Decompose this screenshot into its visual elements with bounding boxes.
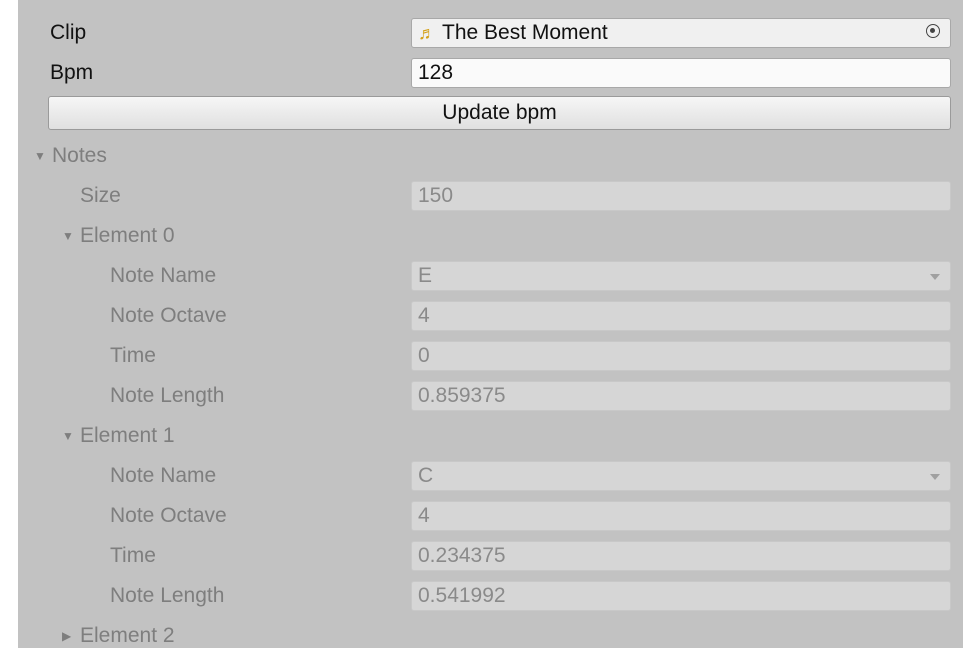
element-0-foldout[interactable]: ▼ Element 0 (18, 216, 963, 256)
size-label: Size (80, 184, 121, 207)
element-1-note-octave-row: Note Octave 4 (18, 496, 963, 536)
expand-arrow-icon[interactable]: ▼ (62, 416, 80, 456)
expand-arrow-icon[interactable]: ▼ (34, 136, 52, 176)
element-1-time-row: Time 0.234375 (18, 536, 963, 576)
note-octave-field: 4 (411, 301, 951, 331)
note-octave-label: Note Octave (110, 304, 227, 327)
element-2-foldout[interactable]: ▶ Element 2 (18, 616, 963, 648)
element-2-label: Element 2 (80, 624, 175, 647)
clip-label: Clip (50, 21, 87, 44)
bpm-row: Bpm 128 (18, 53, 963, 93)
element-1-foldout[interactable]: ▼ Element 1 (18, 416, 963, 456)
music-note-icon: ♬ (418, 23, 436, 43)
dropdown-arrow-icon (930, 274, 940, 280)
clip-object-field[interactable]: ♬ The Best Moment (411, 18, 951, 48)
dropdown-arrow-icon (930, 474, 940, 480)
size-field: 150 (411, 181, 951, 211)
time-label: Time (110, 344, 156, 367)
note-name-dropdown: E (411, 261, 951, 291)
element-1-note-length-row: Note Length 0.541992 (18, 576, 963, 616)
inspector-panel: Clip ♬ The Best Moment Bpm 128 Update bpm… (18, 0, 963, 648)
element-1-label: Element 1 (80, 424, 175, 447)
clip-row: Clip ♬ The Best Moment (18, 13, 963, 53)
bpm-label: Bpm (50, 61, 94, 84)
note-name-value: C (418, 464, 434, 487)
element-0-note-name-row: Note Name E (18, 256, 963, 296)
element-1-note-name-row: Note Name C (18, 456, 963, 496)
note-length-label: Note Length (110, 384, 225, 407)
element-0-note-length-row: Note Length 0.859375 (18, 376, 963, 416)
element-0-time-row: Time 0 (18, 336, 963, 376)
note-name-label: Note Name (110, 264, 217, 287)
clip-value: The Best Moment (442, 21, 608, 44)
time-label: Time (110, 544, 156, 567)
element-0-label: Element 0 (80, 224, 175, 247)
notes-foldout[interactable]: ▼ Notes (18, 136, 963, 176)
size-row: Size 150 (18, 176, 963, 216)
update-bpm-row: Update bpm (18, 94, 963, 134)
update-bpm-button[interactable]: Update bpm (48, 96, 951, 130)
time-field: 0 (411, 341, 951, 371)
note-name-label: Note Name (110, 464, 217, 487)
expand-arrow-icon[interactable]: ▼ (62, 216, 80, 256)
note-octave-field: 4 (411, 501, 951, 531)
note-name-value: E (418, 264, 433, 287)
note-length-field: 0.541992 (411, 581, 951, 611)
collapsed-arrow-icon[interactable]: ▶ (62, 616, 80, 648)
element-0-note-octave-row: Note Octave 4 (18, 296, 963, 336)
notes-label: Notes (52, 144, 107, 167)
object-picker-icon[interactable] (926, 24, 940, 38)
note-octave-label: Note Octave (110, 504, 227, 527)
note-name-dropdown: C (411, 461, 951, 491)
time-field: 0.234375 (411, 541, 951, 571)
note-length-field: 0.859375 (411, 381, 951, 411)
bpm-input[interactable]: 128 (411, 58, 951, 88)
note-length-label: Note Length (110, 584, 225, 607)
